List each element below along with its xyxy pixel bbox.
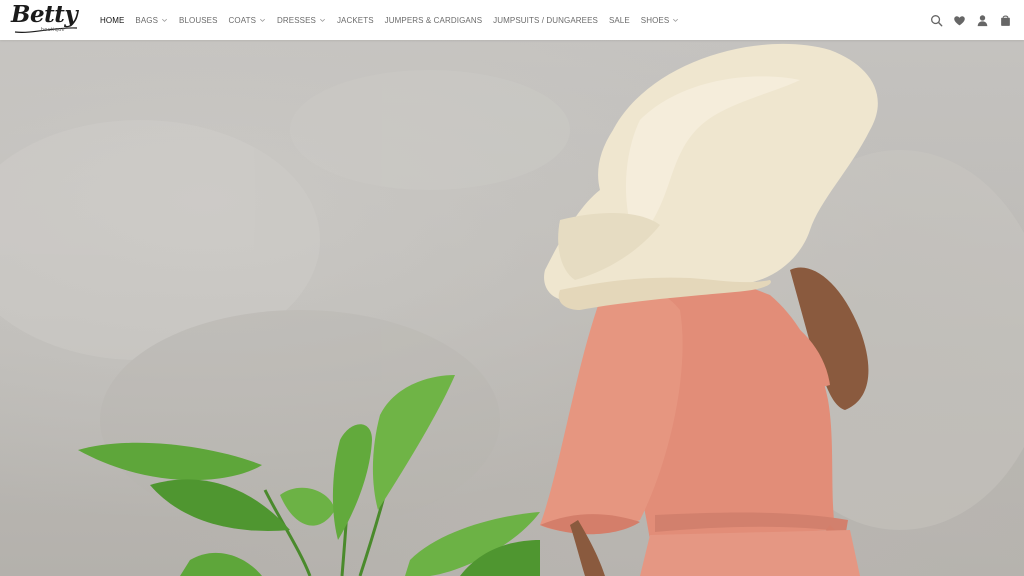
search-icon[interactable] — [930, 14, 943, 27]
nav-item-label: Jumpers & Cardigans — [384, 15, 483, 25]
main-nav: Home Bags Blouses Coats Dresses Jackets … — [100, 0, 690, 40]
cart-icon[interactable] — [999, 14, 1012, 27]
user-icon[interactable] — [976, 14, 989, 27]
model — [540, 43, 878, 576]
brand-logo-script: Betty — [11, 1, 78, 28]
chevron-down-icon — [319, 18, 325, 22]
nav-item-jackets[interactable]: Jackets — [337, 16, 374, 25]
nav-item-label: Dresses — [277, 15, 316, 25]
nav-item-coats[interactable]: Coats — [229, 16, 266, 25]
chevron-down-icon — [162, 18, 168, 22]
nav-item-label: Home — [100, 15, 125, 25]
nav-item-jumpsuits-dungarees[interactable]: Jumpsuits / Dungarees — [493, 16, 598, 25]
nav-item-label: Coats — [228, 15, 257, 25]
nav-item-bags[interactable]: Bags — [135, 16, 168, 25]
nav-item-label: Bags — [135, 15, 159, 25]
nav-item-dresses[interactable]: Dresses — [277, 16, 326, 25]
nav-item-jumpers-cardigans[interactable]: Jumpers & Cardigans — [385, 16, 482, 25]
hero-banner[interactable] — [0, 40, 1024, 576]
nav-item-label: Jackets — [336, 15, 374, 25]
heart-icon[interactable] — [953, 14, 966, 27]
nav-item-shoes[interactable]: Shoes — [641, 16, 680, 25]
brand-logo[interactable]: Betty boutique — [11, 1, 81, 37]
brand-tagline: boutique — [41, 27, 65, 33]
chevron-down-icon — [673, 18, 679, 22]
chevron-down-icon — [260, 18, 265, 22]
nav-item-sale[interactable]: Sale — [609, 16, 630, 25]
nav-item-label: Blouses — [179, 15, 218, 25]
nav-item-home[interactable]: Home — [100, 16, 124, 25]
header-icons — [930, 0, 1012, 40]
nav-item-label: Jumpsuits / Dungarees — [493, 15, 598, 25]
hero-photo — [0, 43, 1024, 576]
nav-item-label: Sale — [608, 15, 630, 25]
nav-item-label: Shoes — [640, 15, 670, 25]
nav-item-blouses[interactable]: Blouses — [179, 16, 218, 25]
site-header: Betty boutique Home Bags Blouses Coats D… — [0, 0, 1024, 40]
